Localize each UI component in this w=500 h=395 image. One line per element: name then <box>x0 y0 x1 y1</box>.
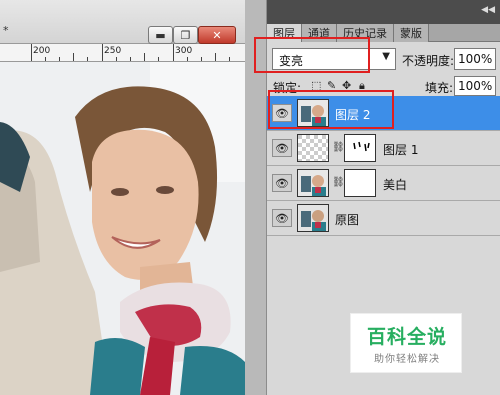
ruler-tick <box>144 53 145 61</box>
horizontal-ruler[interactable]: 200 250 300 <box>0 44 245 62</box>
document-title: * <box>3 24 9 37</box>
watermark: 百科全说 助你轻松解决 <box>350 313 462 373</box>
lock-row: 锁定: ⬚ ✎ ✥ 🔒︎ 填充: 100% <box>267 74 500 96</box>
minimize-button[interactable]: ▬ <box>148 26 173 44</box>
ruler-tick <box>59 57 60 61</box>
layer-row-layer-1[interactable]: 👁︎ ⛓ 图层 1 <box>267 131 500 166</box>
layer-row-whitening[interactable]: 👁︎ ⛓ 美白 <box>267 166 500 201</box>
layer-thumbnail <box>297 99 329 127</box>
ruler-tick <box>87 57 88 61</box>
collapse-icon[interactable]: ◀◀ <box>481 5 495 15</box>
layer-name[interactable]: 原图 <box>335 211 359 228</box>
maximize-icon: ❐ <box>180 28 191 42</box>
eye-icon[interactable]: 👁︎ <box>272 209 292 227</box>
ruler-tick <box>73 53 74 61</box>
layer-name[interactable]: 图层 2 <box>335 106 370 123</box>
panel-tabs: 图层 通道 历史记录 蒙版 <box>267 24 500 42</box>
layer-thumbnail <box>297 169 329 197</box>
layer-mask-thumbnail <box>344 134 376 162</box>
layer-row-layer-2[interactable]: 👁︎ 图层 2 <box>267 96 500 131</box>
fill-input[interactable]: 100% <box>454 76 496 96</box>
fill-label: 填充: <box>425 81 454 95</box>
ruler-tick <box>31 44 32 61</box>
layer-mask-thumbnail <box>344 169 376 197</box>
ruler-tick <box>173 44 174 61</box>
watermark-subtitle: 助你轻松解决 <box>374 354 440 365</box>
tab-layers[interactable]: 图层 <box>267 24 302 42</box>
layer-row-original[interactable]: 👁︎ 原图 <box>267 201 500 236</box>
photo-woman-smiling <box>0 62 245 395</box>
panel-header-bar[interactable]: ◀◀ <box>267 0 500 24</box>
opacity-label: 不透明度: <box>402 54 455 68</box>
ruler-tick <box>158 57 159 61</box>
minimize-icon: ▬ <box>155 28 166 42</box>
tab-channels[interactable]: 通道 <box>302 24 337 42</box>
blend-row: 变亮 ▼ 不透明度: 100% <box>267 44 500 72</box>
document-titlebar[interactable]: * ▬ ❐ ✕ <box>0 0 245 44</box>
ruler-tick <box>187 57 188 61</box>
link-icon: ⛓ <box>332 142 345 153</box>
tab-masks[interactable]: 蒙版 <box>394 24 429 42</box>
ruler-label: 200 <box>33 46 51 56</box>
ruler-tick <box>45 57 46 61</box>
watermark-title: 百科全说 <box>366 326 447 348</box>
lock-label: 锁定: <box>273 81 302 95</box>
lock-brush-icon[interactable]: ✎ <box>327 79 336 92</box>
ruler-tick <box>229 57 230 61</box>
ruler-tick <box>201 57 202 61</box>
eye-icon[interactable]: 👁︎ <box>272 174 292 192</box>
eye-icon[interactable]: 👁︎ <box>272 104 292 122</box>
ruler-tick <box>130 57 131 61</box>
link-icon: ⛓ <box>332 177 345 188</box>
ruler-tick <box>102 44 103 61</box>
document-window: * ▬ ❐ ✕ 200 250 300 <box>0 0 245 395</box>
maximize-button[interactable]: ❐ <box>173 26 198 44</box>
layer-thumbnail <box>297 204 329 232</box>
lock-move-icon[interactable]: ✥ <box>342 79 351 92</box>
layer-thumbnail <box>297 134 329 162</box>
lock-transparency-icon[interactable]: ⬚ <box>311 79 321 92</box>
chevron-down-icon: ▼ <box>382 51 390 62</box>
close-button[interactable]: ✕ <box>198 26 236 44</box>
image-canvas[interactable] <box>0 62 245 395</box>
eye-icon[interactable]: 👁︎ <box>272 139 292 157</box>
close-icon: ✕ <box>212 28 222 42</box>
blend-mode-select[interactable]: 变亮 ▼ <box>272 48 396 70</box>
opacity-input[interactable]: 100% <box>454 48 496 70</box>
lock-all-icon[interactable]: 🔒︎ <box>359 79 365 93</box>
ruler-label: 300 <box>175 46 193 56</box>
layers-list: 👁︎ 图层 2 👁︎ ⛓ 图层 1 👁︎ ⛓ 美白 👁︎ 原图 <box>267 96 500 236</box>
ruler-label: 250 <box>104 46 122 56</box>
layer-name[interactable]: 美白 <box>383 176 407 193</box>
ruler-tick <box>116 57 117 61</box>
ruler-tick <box>215 53 216 61</box>
tab-history[interactable]: 历史记录 <box>337 24 394 42</box>
layer-name[interactable]: 图层 1 <box>383 141 418 158</box>
blend-mode-value: 变亮 <box>279 54 304 68</box>
